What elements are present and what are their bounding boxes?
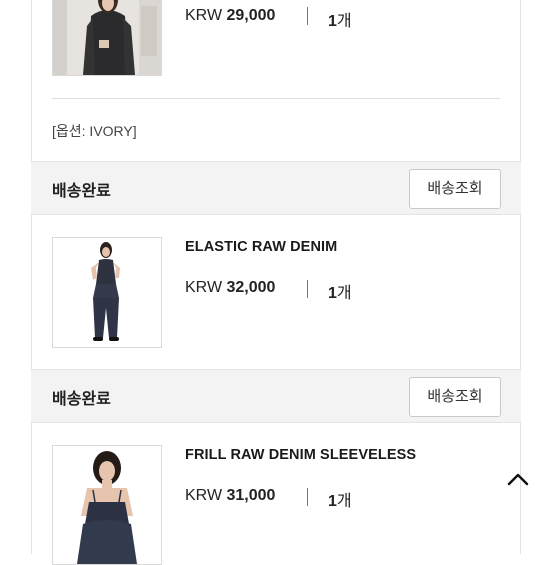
- quantity-number: 1: [328, 13, 337, 30]
- item-quantity: 1개: [328, 7, 352, 31]
- item-price: KRW 31,000: [185, 487, 275, 505]
- product-name[interactable]: FRILL RAW DENIM SLEEVELESS: [185, 447, 416, 463]
- item-price: KRW 29,000: [185, 7, 275, 25]
- scroll-top-button[interactable]: [504, 468, 532, 490]
- quantity-unit: 개: [336, 13, 352, 30]
- divider: [52, 98, 500, 99]
- item-option: [옵션: IVORY]: [52, 123, 137, 139]
- product-name[interactable]: ELASTIC RAW DENIM: [185, 239, 337, 255]
- price-amount: 29,000: [226, 7, 276, 24]
- delivery-status-bar: 배송완료 배송조회: [31, 369, 521, 423]
- item-price: KRW 32,000: [185, 279, 275, 297]
- item-quantity: 1개: [328, 487, 352, 511]
- quantity-unit: 개: [336, 493, 352, 510]
- price-currency: KRW: [185, 487, 223, 504]
- price-currency: KRW: [185, 279, 223, 296]
- track-delivery-button[interactable]: 배송조회: [409, 169, 501, 209]
- delivery-status: 배송완료: [52, 391, 111, 408]
- delivery-status: 배송완료: [52, 183, 111, 200]
- product-thumbnail[interactable]: [52, 445, 162, 565]
- track-delivery-button[interactable]: 배송조회: [409, 377, 501, 417]
- quantity-number: 1: [328, 493, 337, 510]
- price-amount: 31,000: [226, 487, 276, 504]
- price-amount: 32,000: [226, 279, 276, 296]
- item-quantity: 1개: [328, 279, 352, 303]
- product-thumbnail[interactable]: [52, 237, 162, 348]
- product-thumbnail[interactable]: [52, 0, 162, 76]
- model-photo: [53, 446, 161, 564]
- quantity-unit: 개: [336, 285, 352, 302]
- delivery-status-bar: 배송완료 배송조회: [31, 161, 521, 215]
- price-currency: KRW: [185, 7, 223, 24]
- divider: [307, 488, 308, 506]
- model-photo: [53, 0, 161, 75]
- divider: [307, 280, 308, 298]
- model-photo: [53, 238, 161, 347]
- quantity-number: 1: [328, 285, 337, 302]
- chevron-up-icon: [507, 473, 529, 486]
- divider: [307, 7, 308, 25]
